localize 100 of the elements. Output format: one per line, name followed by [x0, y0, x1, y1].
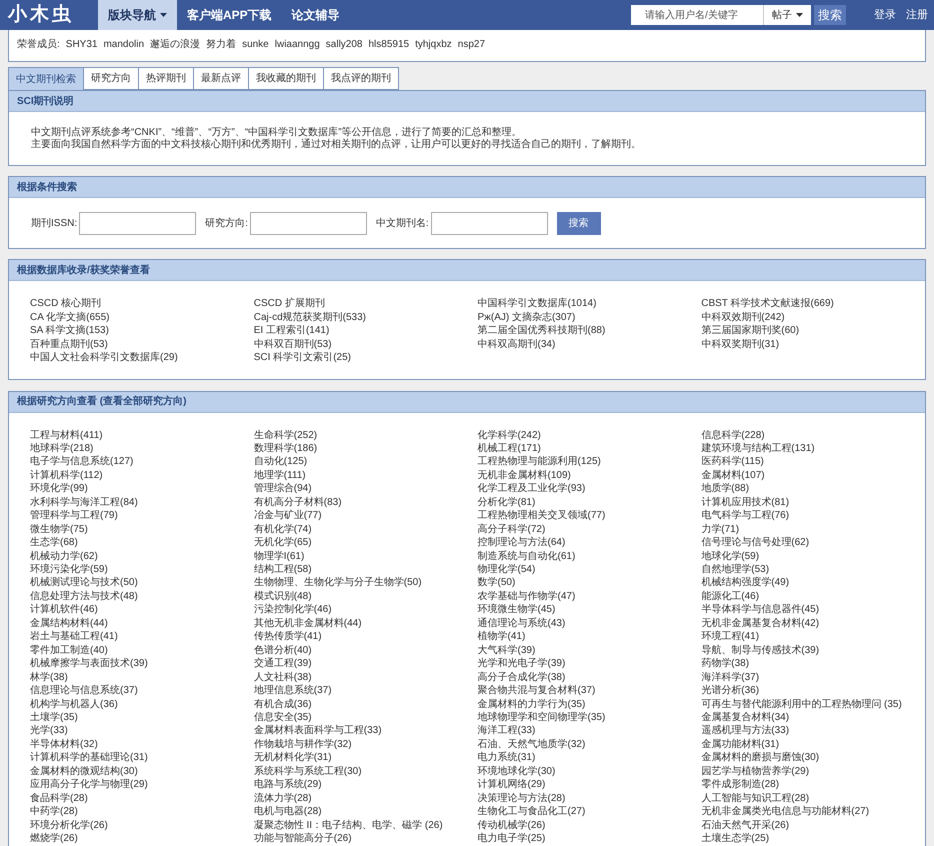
member-link[interactable]: lwiaanngg [274, 37, 320, 52]
research-link[interactable]: 电力系统(31) [478, 751, 702, 765]
research-link[interactable]: 环境分析化学(26) [30, 818, 254, 832]
research-link[interactable]: 工程热物理与能源利用(125) [478, 455, 702, 469]
research-link[interactable]: 信息安全(35) [254, 711, 478, 724]
nav-link[interactable]: 论文辅导 [282, 0, 350, 30]
member-link[interactable]: sunke [242, 37, 269, 52]
research-link[interactable]: 半导体科学与信息器件(45) [701, 603, 925, 617]
database-link[interactable]: 中科双百期刊(53) [254, 338, 478, 351]
research-link[interactable]: 无机化学(65) [254, 536, 478, 550]
research-link[interactable]: 环境污染化学(59) [30, 563, 254, 576]
database-link[interactable]: 第三届国家期刊奖(60) [701, 324, 925, 338]
tab[interactable]: 最新点评 [193, 67, 249, 90]
database-link[interactable]: 中科双效期刊(242) [701, 310, 925, 324]
research-link[interactable]: 海洋科学(37) [701, 670, 925, 684]
research-link[interactable]: 机械结构强度学(49) [701, 576, 925, 590]
research-link[interactable]: 自动化(125) [254, 455, 478, 469]
research-link[interactable]: 电子学与信息系统(127) [30, 455, 254, 469]
auth-link[interactable]: 登录 [874, 6, 896, 24]
research-link[interactable]: 光学和光电子学(39) [478, 657, 702, 671]
member-link[interactable]: nsp27 [458, 37, 486, 52]
research-link[interactable]: 其他无机非金属材料(44) [254, 616, 478, 630]
research-link[interactable]: 污染控制化学(46) [254, 603, 478, 617]
database-link[interactable]: SCI 科学引文索引(25) [254, 351, 478, 364]
research-link[interactable]: 有机化学(74) [254, 522, 478, 536]
research-link[interactable]: 无机非金属基复合材料(42) [701, 616, 925, 630]
research-link[interactable]: 传动机械学(26) [478, 818, 702, 832]
research-link[interactable]: 数理科学(186) [254, 442, 478, 456]
database-link[interactable]: Pж(AJ) 文摘杂志(307) [478, 310, 702, 324]
research-link[interactable]: 林学(38) [30, 670, 254, 684]
research-link[interactable]: 信息理论与信息系统(37) [30, 684, 254, 698]
research-link[interactable]: 地理学(111) [254, 468, 478, 482]
research-link[interactable]: 计算机科学(112) [30, 468, 254, 482]
member-link[interactable]: hls85915 [368, 37, 410, 52]
research-link[interactable]: 地质学(88) [701, 482, 925, 496]
research-link[interactable]: 石油、天然气地质学(32) [478, 738, 702, 752]
research-link[interactable]: 冶金与矿业(77) [254, 509, 478, 523]
research-link[interactable]: 金属结构材料(44) [30, 616, 254, 630]
research-link[interactable]: 导航、制导与传感技术(39) [701, 644, 925, 658]
research-link[interactable]: 环境地球化学(30) [478, 764, 702, 778]
research-link[interactable]: 零件成形制造(28) [701, 778, 925, 792]
research-link[interactable]: 凝聚态物性 II：电子结构、电学、磁学 (26) [254, 818, 478, 832]
research-link[interactable]: 光学(33) [30, 724, 254, 738]
research-link[interactable]: 金属材料的微观结构(30) [30, 764, 254, 778]
research-link[interactable]: 电机与电器(28) [254, 805, 478, 819]
research-link[interactable]: 大气科学(39) [478, 644, 702, 658]
database-link[interactable]: CBST 科学技术文献速报(669) [701, 297, 925, 310]
research-link[interactable]: 决策理论与方法(28) [478, 792, 702, 806]
research-link[interactable]: 机械工程(171) [478, 442, 702, 456]
research-link[interactable]: 金属基复合材料(34) [701, 711, 925, 724]
input-field[interactable] [79, 212, 196, 234]
research-link[interactable]: 可再生与替代能源利用中的工程热物理问 (35) [701, 698, 925, 712]
research-link[interactable]: 作物栽培与耕作学(32) [254, 738, 478, 752]
research-link[interactable]: 生物化工与食品化工(27) [478, 805, 702, 819]
research-link[interactable]: 生态学(68) [30, 536, 254, 550]
database-link[interactable]: 中国科学引文数据库(1014) [478, 297, 702, 310]
research-link[interactable]: 管理综合(94) [254, 482, 478, 496]
research-link[interactable]: 金属材料的磨损与磨蚀(30) [701, 751, 925, 765]
research-link[interactable]: 电气科学与工程(76) [701, 509, 925, 523]
research-link[interactable]: 海洋工程(33) [478, 724, 702, 738]
research-link[interactable]: 金属材料的力学行为(35) [478, 698, 702, 712]
database-link[interactable]: CSCD 核心期刊 [30, 297, 254, 310]
research-link[interactable]: 无机非金属材料(109) [478, 468, 702, 482]
research-link[interactable]: 半导体材料(32) [30, 738, 254, 752]
research-link[interactable]: 物理学I(61) [254, 550, 478, 564]
research-link[interactable]: 医药科学(115) [701, 455, 925, 469]
research-link[interactable]: 金属功能材料(31) [701, 738, 925, 752]
research-link[interactable]: 环境工程(41) [701, 630, 925, 644]
tab[interactable]: 热评期刊 [138, 67, 194, 90]
tab[interactable]: 我收藏的期刊 [248, 67, 324, 90]
research-link[interactable]: 高分子科学(72) [478, 522, 702, 536]
research-link[interactable]: 信息科学(228) [701, 428, 925, 442]
research-link[interactable]: 土壤生态学(25) [701, 832, 925, 846]
research-link[interactable]: 能源化工(46) [701, 590, 925, 604]
research-link[interactable]: 机械测试理论与技术(50) [30, 576, 254, 590]
nav-link[interactable]: 版块导航 [98, 0, 177, 30]
research-link[interactable]: 计算机软件(46) [30, 603, 254, 617]
research-link[interactable]: 中药学(28) [30, 805, 254, 819]
research-link[interactable]: 植物学(41) [478, 630, 702, 644]
research-link[interactable]: 园艺学与植物营养学(29) [701, 764, 925, 778]
scope-dropdown[interactable]: 帖子 [763, 5, 811, 25]
research-link[interactable]: 有机高分子材料(83) [254, 496, 478, 510]
research-link[interactable]: 光谱分析(36) [701, 684, 925, 698]
research-link[interactable]: 机械摩擦学与表面技术(39) [30, 657, 254, 671]
research-link[interactable]: 力学(71) [701, 522, 925, 536]
database-link[interactable]: 中科双奖期刊(31) [701, 338, 925, 351]
research-link[interactable]: 零件加工制造(40) [30, 644, 254, 658]
research-link[interactable]: 有机合成(36) [254, 698, 478, 712]
auth-link[interactable]: 注册 [906, 6, 928, 24]
research-link[interactable]: 通信理论与系统(43) [478, 616, 702, 630]
research-link[interactable]: 金属材料表面科学与工程(33) [254, 724, 478, 738]
nav-link[interactable]: 客户端APP下载 [177, 0, 282, 30]
research-link[interactable]: 制造系统与自动化(61) [478, 550, 702, 564]
research-link[interactable]: 色谱分析(40) [254, 644, 478, 658]
research-link[interactable]: 生命科学(252) [254, 428, 478, 442]
research-link[interactable]: 电路与系统(29) [254, 778, 478, 792]
research-link[interactable]: 物理化学(54) [478, 563, 702, 576]
research-link[interactable]: 电力电子学(25) [478, 832, 702, 846]
research-link[interactable]: 食品科学(28) [30, 792, 254, 806]
search-button[interactable]: 搜索 [556, 212, 601, 234]
